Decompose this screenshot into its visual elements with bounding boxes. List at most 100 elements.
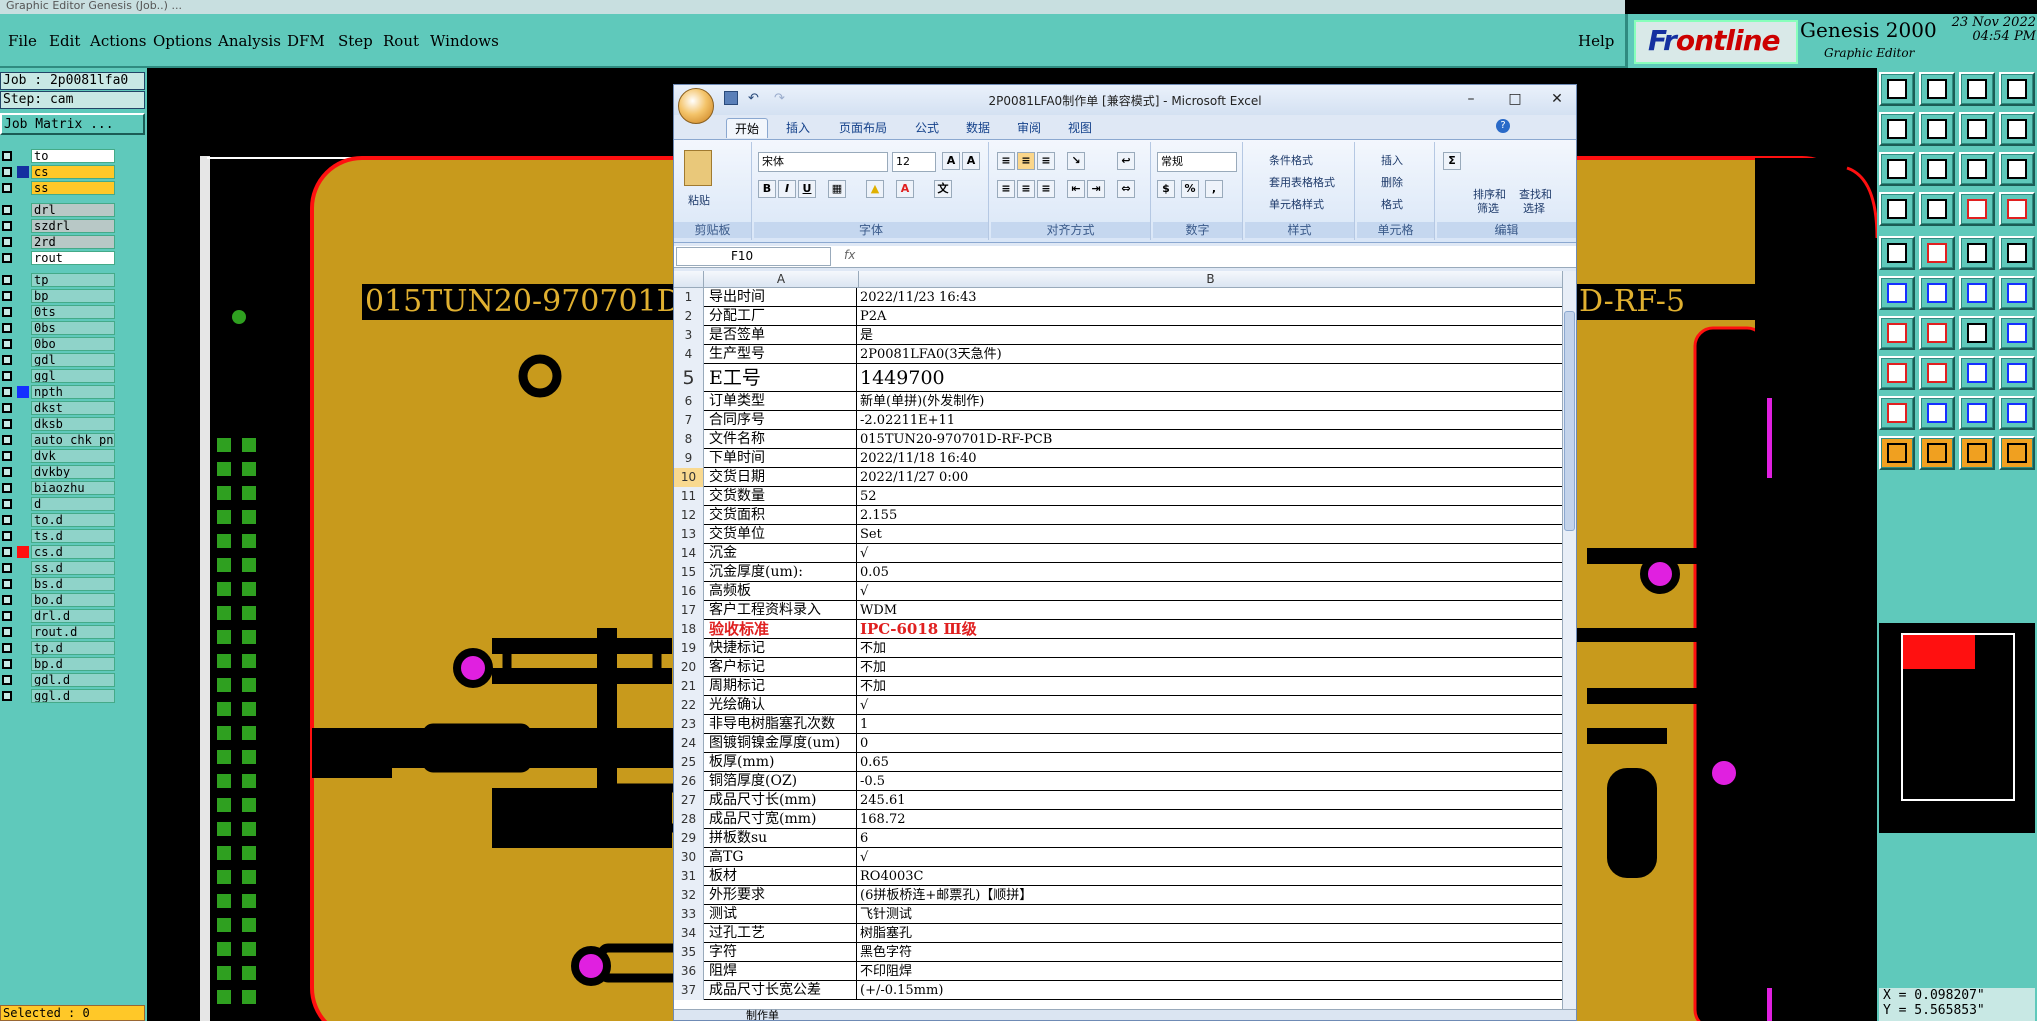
cell-a[interactable]: 周期标记: [709, 677, 857, 696]
layer-name[interactable]: dvk: [31, 449, 115, 463]
cell-a[interactable]: 客户工程资料录入: [709, 601, 857, 620]
cell-b[interactable]: 新单(单拼)(外发制作): [860, 392, 1550, 411]
layer-checkbox[interactable]: [2, 237, 12, 247]
currency-icon[interactable]: $: [1157, 180, 1175, 198]
layer-name[interactable]: ss: [31, 181, 115, 195]
layer-row[interactable]: bp: [0, 288, 117, 304]
cell-a[interactable]: 快捷标记: [709, 639, 857, 658]
row-number[interactable]: 15: [674, 563, 704, 582]
menu-windows[interactable]: Windows: [430, 32, 499, 50]
cell-b[interactable]: RO4003C: [860, 867, 1550, 886]
layer-row[interactable]: npth: [0, 384, 117, 400]
layer-checkbox[interactable]: [2, 371, 12, 381]
font-size-box[interactable]: 12: [892, 152, 936, 172]
tool-button-18[interactable]: [1919, 236, 1955, 270]
cell-a[interactable]: 成品尺寸宽(mm): [709, 810, 857, 829]
layer-row[interactable]: rout.d: [0, 624, 117, 640]
tool-button-3[interactable]: [1959, 72, 1995, 106]
layer-row[interactable]: to: [0, 148, 117, 164]
decrease-indent-icon[interactable]: ⇤: [1067, 180, 1085, 198]
tool-button-6[interactable]: [1919, 112, 1955, 146]
menu-step[interactable]: Step: [338, 32, 373, 50]
tool-button-26[interactable]: [1919, 316, 1955, 350]
cell-b[interactable]: √: [860, 544, 1550, 563]
tool-button-21[interactable]: [1879, 276, 1915, 310]
layer-row[interactable]: d: [0, 496, 117, 512]
row-number[interactable]: 16: [674, 582, 704, 601]
layer-name[interactable]: to.d: [31, 513, 115, 527]
layer-row[interactable]: cs: [0, 164, 117, 180]
row-number[interactable]: 28: [674, 810, 704, 829]
tool-button-12[interactable]: [1999, 152, 2035, 186]
layer-name[interactable]: ts.d: [31, 529, 115, 543]
cell-b[interactable]: Set: [860, 525, 1550, 544]
tab-review[interactable]: 审阅: [1009, 118, 1049, 138]
layer-checkbox[interactable]: [2, 221, 12, 231]
percent-icon[interactable]: %: [1181, 180, 1199, 198]
layer-row[interactable]: rout: [0, 250, 117, 266]
row-number[interactable]: 36: [674, 962, 704, 981]
wrap-text-icon[interactable]: ↩: [1117, 152, 1135, 170]
cell-a[interactable]: 订单类型: [709, 392, 857, 411]
cell-a[interactable]: 光绘确认: [709, 696, 857, 715]
layer-name[interactable]: cs: [31, 165, 115, 179]
close-button[interactable]: ✕: [1542, 89, 1572, 109]
cell-a[interactable]: 交货面积: [709, 506, 857, 525]
select-tool-button[interactable]: [1919, 436, 1955, 470]
shrink-font-icon[interactable]: A: [962, 152, 980, 170]
layer-row[interactable]: tp.d: [0, 640, 117, 656]
tool-button-17[interactable]: [1879, 236, 1915, 270]
cell-a[interactable]: 是否签单: [709, 326, 857, 345]
layer-checkbox[interactable]: [2, 643, 12, 653]
delete-cells-button[interactable]: 删除: [1381, 174, 1403, 190]
cell-b[interactable]: P2A: [860, 307, 1550, 326]
comma-icon[interactable]: ,: [1205, 180, 1223, 198]
column-header-b[interactable]: B: [859, 271, 1562, 288]
row-number[interactable]: 37: [674, 981, 704, 1000]
layer-row[interactable]: cs.d: [0, 544, 117, 560]
cell-a[interactable]: 图镀铜镍金厚度(um): [709, 734, 857, 753]
layer-row[interactable]: to.d: [0, 512, 117, 528]
increase-indent-icon[interactable]: ⇥: [1087, 180, 1105, 198]
layer-name[interactable]: rout: [31, 251, 115, 265]
layer-row[interactable]: szdrl: [0, 218, 117, 234]
cell-b[interactable]: IPC-6018 Ⅲ级: [860, 620, 1550, 639]
fx-icon[interactable]: fx: [844, 248, 872, 265]
minimize-button[interactable]: –: [1456, 89, 1486, 109]
layer-row[interactable]: 0bs: [0, 320, 117, 336]
job-matrix-button[interactable]: Job Matrix ...: [0, 113, 145, 135]
menu-actions[interactable]: Actions: [90, 32, 146, 50]
align-top-icon[interactable]: ≡: [997, 152, 1015, 170]
menu-analysis[interactable]: Analysis: [218, 32, 281, 50]
cell-a[interactable]: 合同序号: [709, 411, 857, 430]
layer-row[interactable]: drl.d: [0, 608, 117, 624]
layer-name[interactable]: tp.d: [31, 641, 115, 655]
tool-button-4[interactable]: [1999, 72, 2035, 106]
layer-checkbox[interactable]: [2, 611, 12, 621]
layer-name[interactable]: bo.d: [31, 593, 115, 607]
cell-a[interactable]: E工号: [709, 364, 857, 392]
format-as-table-button[interactable]: 套用表格格式: [1269, 174, 1335, 190]
cell-a[interactable]: 文件名称: [709, 430, 857, 449]
cell-b[interactable]: 168.72: [860, 810, 1550, 829]
layer-checkbox[interactable]: [2, 691, 12, 701]
cell-a[interactable]: 外形要求: [709, 886, 857, 905]
layer-row[interactable]: ss: [0, 180, 117, 196]
row-number[interactable]: 3: [674, 326, 704, 345]
layer-checkbox[interactable]: [2, 499, 12, 509]
tool-button-8[interactable]: [1999, 112, 2035, 146]
cell-b[interactable]: √: [860, 848, 1550, 867]
align-middle-icon[interactable]: ≡: [1017, 152, 1035, 170]
cell-b[interactable]: 不加: [860, 639, 1550, 658]
layer-name[interactable]: bp.d: [31, 657, 115, 671]
tool-button-25[interactable]: [1879, 316, 1915, 350]
cell-b[interactable]: 1: [860, 715, 1550, 734]
conditional-format-button[interactable]: 条件格式: [1269, 152, 1313, 168]
vertical-scrollbar[interactable]: [1562, 271, 1576, 1009]
column-header-a[interactable]: A: [704, 271, 859, 288]
cell-a[interactable]: 下单时间: [709, 449, 857, 468]
layer-checkbox[interactable]: [2, 483, 12, 493]
row-number[interactable]: 23: [674, 715, 704, 734]
layer-row[interactable]: bp.d: [0, 656, 117, 672]
cell-a[interactable]: 高频板: [709, 582, 857, 601]
